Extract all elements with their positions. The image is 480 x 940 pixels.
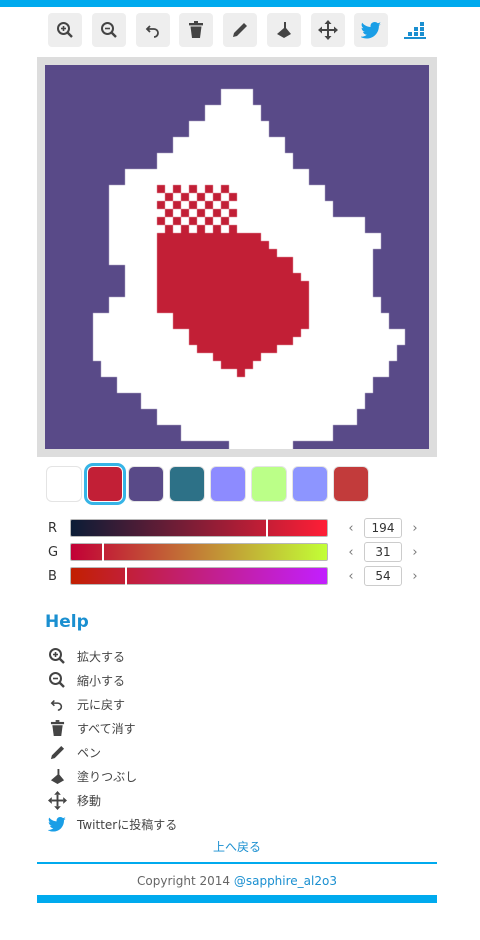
- help-item-tweet: Twitterに投稿する: [47, 812, 347, 836]
- green-value-field[interactable]: 31: [364, 542, 402, 562]
- clear-all-button[interactable]: [179, 13, 214, 47]
- palette-swatch-4[interactable]: [169, 466, 205, 502]
- move-button[interactable]: [310, 13, 345, 47]
- zoom-out-icon: [100, 22, 117, 38]
- zoom-out-icon: [49, 672, 65, 688]
- help-text-undo: 元に戻す: [77, 697, 126, 712]
- green-slider[interactable]: [70, 543, 328, 561]
- zoom-in-button[interactable]: [48, 13, 82, 47]
- zoom-in-icon: [57, 22, 73, 38]
- copyright: Copyright 2014 @sapphire_al2o3: [0, 874, 474, 888]
- help-list: 拡大する 縮小する 元に戻す すべて消す ペン 塗りつぶし 移動 Twitter…: [47, 644, 347, 836]
- palette-swatch-8[interactable]: [333, 466, 369, 502]
- undo-icon: [50, 699, 63, 711]
- back-to-top-link[interactable]: 上へ戻る: [0, 838, 474, 855]
- help-item-zoom-in: 拡大する: [47, 644, 347, 668]
- help-text-zoom-out: 縮小する: [77, 673, 126, 688]
- help-item-pen: ペン: [47, 740, 347, 764]
- red-decrement-button[interactable]: ‹: [338, 521, 364, 536]
- slider-row-g: G ‹ 31 ›: [48, 540, 428, 564]
- slider-label-b: B: [48, 568, 57, 584]
- trash-icon: [189, 21, 204, 38]
- fill-icon: [276, 22, 291, 38]
- tweet-button[interactable]: [354, 13, 389, 47]
- slider-row-b: B ‹ 54 ›: [48, 564, 428, 588]
- red-slider[interactable]: [70, 519, 328, 537]
- slider-label-g: G: [48, 544, 59, 560]
- red-slider-thumb[interactable]: [265, 519, 268, 537]
- blue-value-field[interactable]: 54: [364, 566, 402, 586]
- help-text-move: 移動: [77, 793, 102, 808]
- twitter-icon: [361, 21, 382, 38]
- author-link[interactable]: @sapphire_al2o3: [234, 874, 337, 888]
- pixel-canvas[interactable]: [45, 65, 429, 449]
- help-text-tweet: Twitterに投稿する: [77, 817, 178, 832]
- help-item-move: 移動: [47, 788, 347, 812]
- palette-swatch-5[interactable]: [210, 466, 246, 502]
- pen-icon: [233, 23, 247, 37]
- trash-icon: [50, 719, 64, 736]
- palette-swatch-7[interactable]: [292, 466, 328, 502]
- drawing-area: [37, 57, 437, 457]
- color-palette: [46, 466, 370, 504]
- undo-button[interactable]: [135, 13, 170, 47]
- rgb-sliders: R ‹ 194 › G ‹ 31 › B ‹ 54 ›: [48, 516, 428, 588]
- blue-decrement-button[interactable]: ‹: [338, 569, 364, 584]
- blue-slider-thumb[interactable]: [125, 567, 128, 585]
- zoom-in-icon: [49, 648, 65, 664]
- fill-button[interactable]: [266, 13, 301, 47]
- twitter-icon: [48, 816, 66, 832]
- green-decrement-button[interactable]: ‹: [338, 545, 364, 560]
- red-increment-button[interactable]: ›: [402, 521, 428, 536]
- top-accent-bar: [0, 0, 480, 7]
- footer-accent-bar: [37, 895, 437, 903]
- pen-icon: [50, 745, 64, 759]
- help-text-zoom-in: 拡大する: [77, 649, 126, 664]
- help-heading: Help: [45, 612, 89, 632]
- fill-icon: [50, 768, 64, 784]
- pen-button[interactable]: [223, 13, 257, 47]
- blue-increment-button[interactable]: ›: [402, 569, 428, 584]
- palette-swatch-1[interactable]: [46, 466, 82, 502]
- palette-swatch-2[interactable]: [87, 466, 123, 502]
- help-text-clear: すべて消す: [77, 721, 136, 736]
- palette-swatch-6[interactable]: [251, 466, 287, 502]
- help-item-fill: 塗りつぶし: [47, 764, 347, 788]
- move-icon: [47, 790, 67, 810]
- blue-slider[interactable]: [70, 567, 328, 585]
- help-text-fill: 塗りつぶし: [77, 769, 138, 784]
- help-item-undo: 元に戻す: [47, 692, 347, 716]
- help-text-pen: ペン: [77, 745, 102, 760]
- footer-divider: [37, 862, 437, 864]
- zoom-out-button[interactable]: [91, 13, 126, 47]
- toolbar: [48, 13, 432, 47]
- help-item-clear: すべて消す: [47, 716, 347, 740]
- help-item-zoom-out: 縮小する: [47, 668, 347, 692]
- red-value-field[interactable]: 194: [364, 518, 402, 538]
- palette-swatch-3[interactable]: [128, 466, 164, 502]
- undo-icon: [145, 25, 159, 38]
- logo: [398, 13, 432, 47]
- slider-row-r: R ‹ 194 ›: [48, 516, 428, 540]
- move-icon: [317, 20, 338, 40]
- green-increment-button[interactable]: ›: [402, 545, 428, 560]
- slider-label-r: R: [48, 520, 58, 536]
- copyright-text: Copyright 2014: [137, 874, 231, 888]
- green-slider-thumb[interactable]: [102, 543, 105, 561]
- pixel-logo-icon: [404, 22, 426, 39]
